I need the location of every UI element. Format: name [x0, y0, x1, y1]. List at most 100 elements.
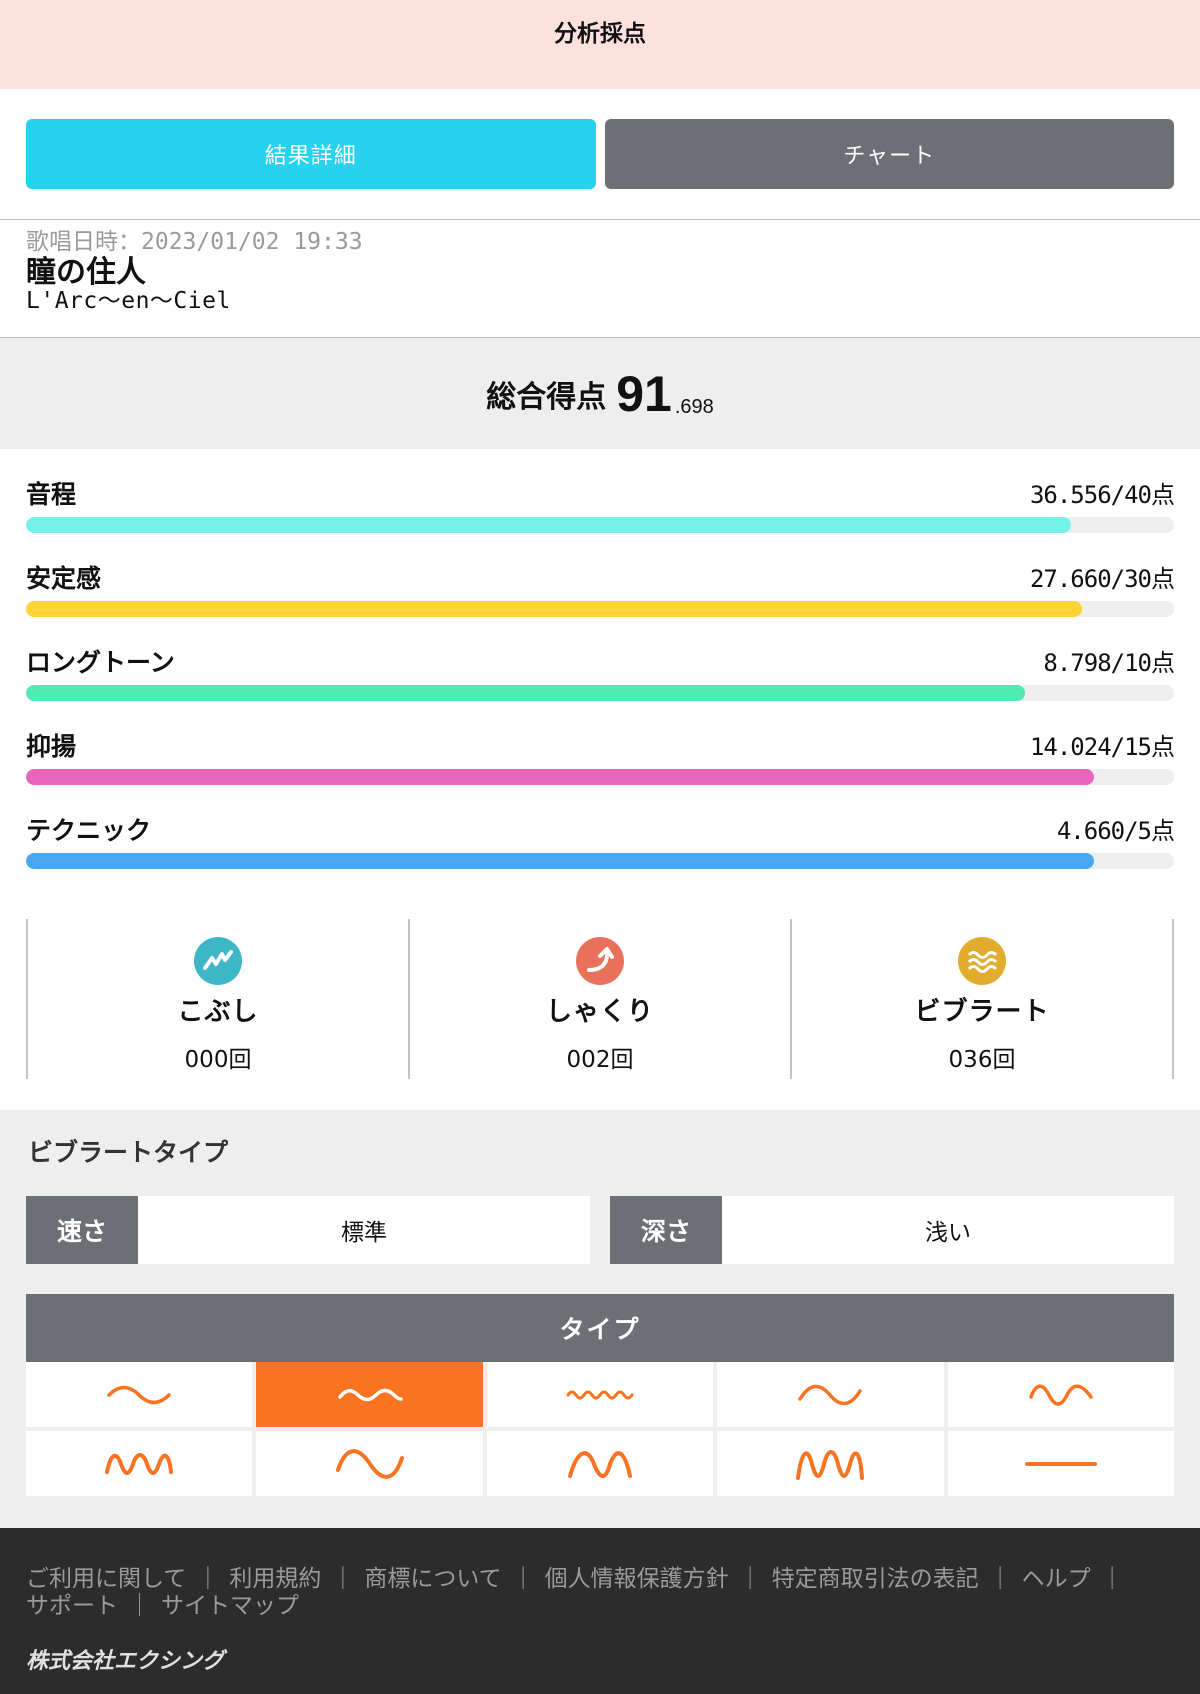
total-score-label: 総合得点 [486, 379, 607, 415]
company-logo: 株式会社エクシング [26, 1649, 225, 1674]
technique-name: こぶし [177, 997, 259, 1027]
technique-name: ビブラート [914, 997, 1050, 1027]
wave-icon [567, 1450, 632, 1478]
vibrato-type-table: タイプ [26, 1294, 1174, 1496]
vibrato-depth: 深さ 浅い [610, 1196, 1174, 1264]
footer-link-trademarks[interactable]: 商標について [364, 1566, 501, 1592]
vibrato-type-flat [947, 1431, 1174, 1496]
page-footer: ご利用に関して｜利用規約｜商標について｜個人情報保護方針｜特定商取引法の表記｜ヘ… [0, 1528, 1200, 1694]
total-score-integer: 91 [616, 365, 672, 422]
vibrato-type-6 [26, 1431, 253, 1496]
wave-icon [105, 1452, 174, 1475]
footer-separator: ｜ [738, 1566, 762, 1592]
footer-separator: ｜ [988, 1566, 1012, 1592]
metric-bar-fill [26, 517, 1071, 533]
metric-bar-track [26, 685, 1174, 701]
metric-bar-track [26, 517, 1174, 533]
footer-link-privacy[interactable]: 個人情報保護方針 [545, 1566, 729, 1592]
metric-bar-fill [26, 601, 1083, 617]
wave-icon [337, 1388, 403, 1401]
song-info: 歌唱日時：2023/01/02 19:33 瞳の住人 L'Arc～en～Ciel [0, 219, 1200, 338]
metric-name: 音程 [26, 480, 77, 509]
wave-icon [566, 1390, 634, 1399]
vibrato-params: 速さ 標準 深さ 浅い [26, 1196, 1174, 1264]
vibrato-type-heading: ビブラートタイプ [28, 1138, 229, 1167]
technique-count: 002回 [566, 1047, 634, 1073]
technique-count: 036回 [948, 1047, 1016, 1073]
total-score-decimal: .698 [674, 396, 714, 418]
tab-bar: 結果詳細 チャート [26, 119, 1174, 189]
metric-bar-track [26, 601, 1174, 617]
wave-icon [107, 1385, 171, 1404]
total-score: 総合得点 91 .698 [0, 338, 1200, 449]
metric-name: 安定感 [26, 564, 102, 593]
metric-long-tone: ロングトーン 8.798/10点 [26, 635, 1175, 719]
footer-link-terms[interactable]: 利用規約 [229, 1566, 321, 1592]
score-breakdown: 音程 36.556/40点 安定感 27.660/30点 ロングトーン 8.79… [26, 467, 1175, 887]
tab-result-detail[interactable]: 結果詳細 [26, 119, 596, 189]
technique-vibrato: ビブラート 036回 [792, 919, 1174, 1079]
vibrato-speed: 速さ 標準 [26, 1196, 590, 1264]
metric-bar-fill [26, 853, 1094, 869]
vibrato-type-grid [26, 1362, 1174, 1496]
footer-links: ご利用に関して｜利用規約｜商標について｜個人情報保護方針｜特定商取引法の表記｜ヘ… [26, 1566, 1176, 1620]
vibrato-type-section: ビブラートタイプ 速さ 標準 深さ 浅い タイプ [0, 1110, 1200, 1528]
footer-link-help[interactable]: ヘルプ [1022, 1566, 1091, 1592]
vibrato-type-9 [717, 1431, 944, 1496]
metric-name: テクニック [26, 816, 152, 845]
metric-score: 4.660/5点 [1056, 817, 1175, 845]
vibrato-type-7 [256, 1431, 483, 1496]
footer-separator: ｜ [196, 1566, 220, 1592]
footer-separator: ｜ [331, 1566, 355, 1592]
metric-name: ロングトーン [26, 648, 175, 677]
metric-technique: テクニック 4.660/5点 [26, 803, 1175, 887]
technique-shakuri: しゃくり 002回 [410, 919, 792, 1079]
metric-bar-fill [26, 685, 1025, 701]
metric-bar-track [26, 769, 1174, 785]
page-title: 分析採点 [554, 21, 646, 47]
metric-dynamics: 抑揚 14.024/15点 [26, 719, 1175, 803]
vibrato-speed-value: 標準 [341, 1220, 387, 1246]
vibrato-type-4 [717, 1362, 944, 1427]
wave-icon [798, 1384, 863, 1405]
footer-separator: ｜ [128, 1593, 151, 1619]
metric-score: 27.660/30点 [1029, 565, 1175, 593]
technique-counts: こぶし 000回 しゃくり 002回 ビブラート 036回 [26, 919, 1174, 1079]
vibrato-type-1 [26, 1362, 253, 1427]
metric-stability: 安定感 27.660/30点 [26, 551, 1175, 635]
vibrato-depth-value: 浅い [925, 1220, 971, 1246]
wave-icon [335, 1448, 404, 1479]
kobushi-icon [194, 937, 242, 985]
vibrato-type-2 [256, 1362, 483, 1427]
metric-score: 14.024/15点 [1029, 733, 1175, 761]
metric-name: 抑揚 [26, 732, 77, 761]
wave-icon [796, 1449, 865, 1480]
metric-bar-fill [26, 769, 1094, 785]
flat-line-icon [1024, 1461, 1097, 1466]
metric-bar-track [26, 853, 1174, 869]
footer-link-terms-of-use[interactable]: ご利用に関して [26, 1566, 186, 1592]
footer-link-commerce-law[interactable]: 特定商取引法の表記 [772, 1566, 979, 1592]
tab-chart[interactable]: チャート [604, 119, 1174, 189]
footer-link-support[interactable]: サポート [26, 1593, 118, 1619]
technique-count: 000回 [184, 1047, 252, 1073]
technique-name: しゃくり [545, 997, 654, 1027]
footer-separator: ｜ [1100, 1566, 1124, 1592]
footer-link-sitemap[interactable]: サイトマップ [161, 1593, 299, 1619]
metric-score: 36.556/40点 [1029, 481, 1175, 509]
wave-icon [1029, 1384, 1093, 1406]
shakuri-icon [576, 937, 624, 985]
footer-separator: ｜ [511, 1566, 535, 1592]
metric-pitch: 音程 36.556/40点 [26, 467, 1175, 551]
vibrato-type-header: タイプ [26, 1294, 1174, 1362]
vibrato-speed-label: 速さ [26, 1196, 138, 1264]
page-header: 分析採点 [0, 0, 1200, 89]
vibrato-depth-label: 深さ [610, 1196, 722, 1264]
technique-kobushi: こぶし 000回 [28, 919, 410, 1079]
metric-score: 8.798/10点 [1043, 649, 1175, 677]
song-artist: L'Arc～en～Ciel [26, 288, 231, 314]
vibrato-type-3 [486, 1362, 714, 1427]
vibrato-type-5 [947, 1362, 1174, 1427]
vibrato-type-8 [486, 1431, 714, 1496]
vibrato-icon [958, 937, 1006, 985]
